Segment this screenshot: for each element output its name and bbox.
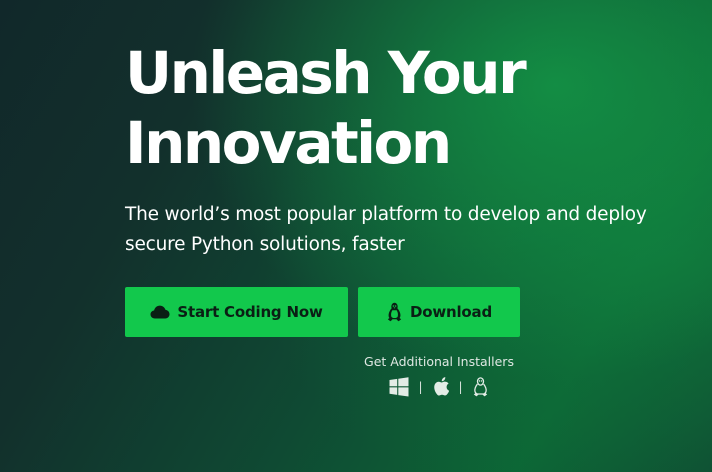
installer-icons: | | [358, 376, 520, 397]
windows-icon[interactable] [389, 376, 409, 397]
installer-separator: | [418, 379, 423, 394]
start-coding-label: Start Coding Now [177, 303, 323, 321]
start-coding-button[interactable]: Start Coding Now [125, 287, 348, 337]
hero-section: Unleash Your Innovation The world’s most… [125, 38, 685, 260]
download-label: Download [410, 303, 492, 321]
hero-subtitle: The world’s most popular platform to dev… [125, 204, 647, 255]
cloud-icon [150, 305, 170, 319]
installers-label: Get Additional Installers [364, 354, 514, 369]
headline: Unleash Your Innovation [125, 38, 685, 178]
linux-tux-icon[interactable] [472, 376, 489, 397]
additional-installers: Get Additional Installers | | [358, 353, 520, 397]
apple-icon[interactable] [432, 376, 450, 397]
installer-separator: | [458, 379, 463, 394]
download-button[interactable]: Download [358, 287, 520, 337]
headline-line-1: Unleash Your [125, 39, 527, 107]
headline-line-2: Innovation [125, 109, 452, 177]
linux-tux-icon [386, 302, 403, 322]
